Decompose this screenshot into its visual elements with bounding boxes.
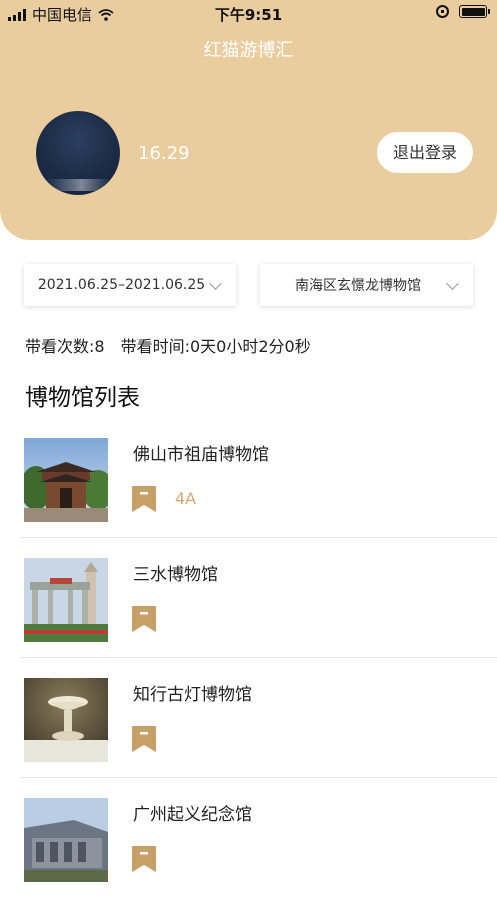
museum-thumbnail	[24, 438, 108, 522]
bookmark-icon	[132, 726, 156, 752]
visit-stats: 带看次数:8 带看时间:0天0小时2分0秒	[25, 333, 311, 357]
list-item[interactable]: 广州起义纪念馆	[0, 778, 497, 898]
date-range-value: 2021.06.25–2021.06.25	[37, 277, 206, 293]
chevron-down-icon	[446, 276, 459, 290]
bookmark-icon	[132, 486, 156, 512]
museum-select[interactable]: 南海区玄憬龙博物馆	[260, 264, 473, 306]
rotation-lock-icon	[436, 5, 449, 18]
museum-thumbnail	[24, 798, 108, 882]
clock: 下午9:51	[214, 6, 283, 24]
museum-name: 知行古灯博物馆	[133, 685, 252, 705]
museum-list: 佛山市祖庙博物馆 4A 三水博物馆 知行古灯博物馆 广州起义纪念馆	[0, 418, 497, 898]
museum-thumbnail	[24, 678, 108, 762]
museum-name: 广州起义纪念馆	[133, 805, 252, 825]
battery-icon	[459, 5, 490, 18]
section-title: 博物馆列表	[25, 385, 140, 411]
avatar[interactable]	[36, 111, 120, 195]
username: 16.29	[138, 143, 190, 164]
museum-name: 三水博物馆	[133, 565, 218, 585]
list-item[interactable]: 佛山市祖庙博物馆 4A	[0, 418, 497, 538]
date-range-select[interactable]: 2021.06.25–2021.06.25	[24, 264, 236, 306]
museum-thumbnail	[24, 558, 108, 642]
museum-level: 4A	[175, 489, 197, 508]
visit-count: 带看次数:8	[25, 337, 105, 356]
app-title: 红猫游博汇	[203, 40, 294, 61]
status-bar: 中国电信 下午9:51	[0, 0, 497, 26]
bookmark-icon	[132, 846, 156, 872]
list-item[interactable]: 三水博物馆	[0, 538, 497, 658]
status-right	[436, 5, 490, 18]
list-item[interactable]: 知行古灯博物馆	[0, 658, 497, 778]
logout-button[interactable]: 退出登录	[377, 132, 473, 173]
bookmark-icon	[132, 606, 156, 632]
visit-time: 带看时间:0天0小时2分0秒	[120, 337, 311, 356]
museum-select-value: 南海区玄憬龙博物馆	[295, 278, 421, 294]
chevron-down-icon	[209, 276, 222, 290]
museum-name: 佛山市祖庙博物馆	[133, 445, 269, 465]
